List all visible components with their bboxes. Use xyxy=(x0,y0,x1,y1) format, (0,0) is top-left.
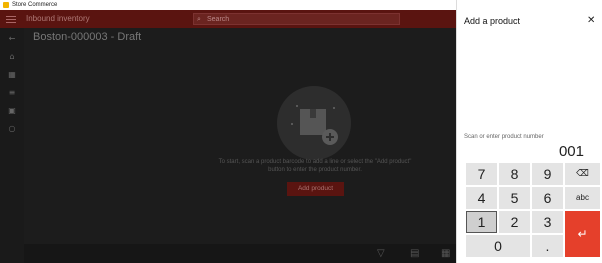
key-6[interactable]: 6 xyxy=(532,187,563,209)
empty-state-illustration xyxy=(277,86,351,160)
add-product-button[interactable]: Add product xyxy=(287,182,344,196)
search-placeholder: Search xyxy=(207,16,230,23)
bag-icon[interactable]: ▣ xyxy=(6,105,18,117)
product-number-field[interactable]: 001 xyxy=(559,143,584,161)
close-icon[interactable]: ✕ xyxy=(587,14,595,28)
abc-key[interactable]: abc xyxy=(565,187,600,209)
hamburger-menu-icon[interactable] xyxy=(6,14,16,24)
info-icon[interactable]: ○ xyxy=(6,123,18,135)
app-section-name: Inbound inventory xyxy=(26,14,90,23)
decimal-key[interactable]: . xyxy=(532,235,563,257)
bottom-command-bar: ▽ ▤ ▦ xyxy=(24,244,456,263)
key-5[interactable]: 5 xyxy=(499,187,530,209)
filter-icon[interactable]: ▽ xyxy=(377,247,385,260)
key-1[interactable]: 1 xyxy=(466,211,497,233)
add-product-panel: Add a product ✕ Scan or enter product nu… xyxy=(456,0,602,263)
key-4[interactable]: 4 xyxy=(466,187,497,209)
more-icon[interactable]: ▦ xyxy=(441,247,450,260)
search-box[interactable]: ⌕ Search xyxy=(193,13,400,25)
backspace-icon[interactable]: ⌫ xyxy=(565,163,600,185)
key-8[interactable]: 8 xyxy=(499,163,530,185)
key-2[interactable]: 2 xyxy=(499,211,530,233)
store-app-icon xyxy=(3,2,9,8)
app-area: Inbound inventory ⌕ Search ← ⌂ ▦ ≡ ▣ ○ B… xyxy=(0,10,456,263)
search-icon: ⌕ xyxy=(197,15,201,23)
products-icon[interactable]: ▦ xyxy=(6,69,18,81)
page-title: Boston-000003 - Draft xyxy=(33,31,142,43)
app-header: Inbound inventory ⌕ Search xyxy=(0,10,456,28)
key-9[interactable]: 9 xyxy=(532,163,563,185)
back-arrow-icon[interactable]: ← xyxy=(6,33,18,45)
details-icon[interactable]: ▤ xyxy=(410,247,419,260)
enter-key[interactable]: ↵ xyxy=(565,211,600,257)
window-title: Store Commerce xyxy=(12,2,58,8)
orders-icon[interactable]: ≡ xyxy=(6,87,18,99)
empty-state-message: To start, scan a product barcode to add … xyxy=(218,159,412,173)
key-3[interactable]: 3 xyxy=(532,211,563,233)
key-0[interactable]: 0 xyxy=(466,235,530,257)
home-icon[interactable]: ⌂ xyxy=(6,51,18,63)
product-number-label: Scan or enter product number xyxy=(464,134,544,140)
left-nav: ← ⌂ ▦ ≡ ▣ ○ xyxy=(0,28,24,263)
key-7[interactable]: 7 xyxy=(466,163,497,185)
panel-title: Add a product xyxy=(464,16,521,26)
